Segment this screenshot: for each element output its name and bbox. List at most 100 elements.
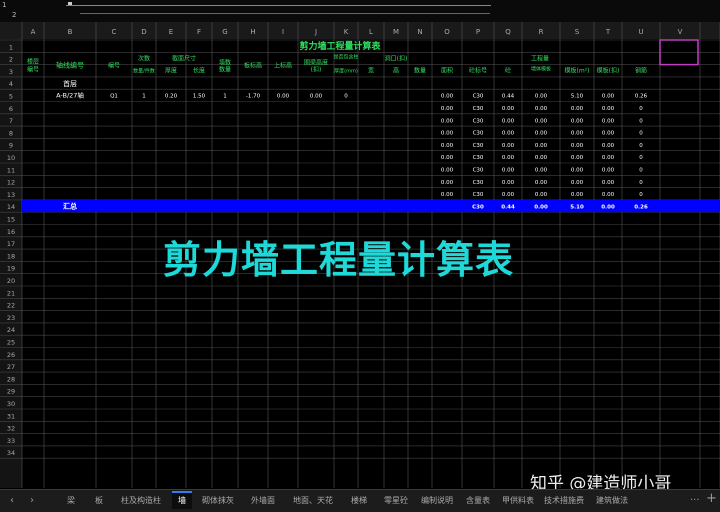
header-thick: 厚度 bbox=[165, 67, 177, 75]
row-number: 27 bbox=[7, 363, 15, 371]
cell-conc: 0.00 bbox=[502, 155, 515, 161]
cell-area: 0.00 bbox=[441, 168, 454, 174]
column-letter-M: M bbox=[393, 28, 399, 36]
outline-level-1[interactable]: 1 bbox=[2, 1, 6, 9]
header-count-sub: 数量/件数 bbox=[133, 68, 155, 75]
row-number: 12 bbox=[7, 179, 15, 187]
sheet-tab[interactable]: 板 bbox=[88, 493, 110, 509]
cell-area: 0.00 bbox=[441, 155, 454, 161]
column-letter-A: A bbox=[31, 28, 36, 36]
header-q-form2: 模板(扣) bbox=[597, 67, 620, 75]
total-grade: C30 bbox=[472, 204, 484, 210]
column-letter-F: F bbox=[197, 28, 201, 36]
cell-conc: 0.00 bbox=[502, 143, 515, 149]
header-code: 编号 bbox=[108, 61, 120, 69]
cell-rebar: 0.26 bbox=[635, 94, 648, 100]
cell-edge: 0.00 bbox=[535, 106, 548, 112]
column-letter-C: C bbox=[112, 28, 117, 36]
cell-form2: 0.00 bbox=[602, 94, 615, 100]
column-letter-N: N bbox=[417, 28, 422, 36]
cell-area: 0.00 bbox=[441, 118, 454, 124]
row-number: 28 bbox=[7, 375, 15, 383]
header-wall-count: 墙数 bbox=[219, 58, 231, 66]
column-letter-B: B bbox=[68, 28, 73, 36]
row-number: 24 bbox=[7, 326, 15, 334]
row-number: 5 bbox=[9, 93, 13, 101]
sheet-tab[interactable]: 墙 bbox=[172, 491, 192, 509]
cell-grade: C30 bbox=[473, 94, 484, 100]
tab-next-icon[interactable]: › bbox=[30, 493, 34, 509]
sheet-tab[interactable]: 技术措施费 bbox=[542, 493, 586, 509]
cell-edge: 0.00 bbox=[535, 131, 548, 137]
column-letter-K: K bbox=[344, 28, 349, 36]
cell-form2: 0.00 bbox=[602, 180, 615, 186]
outline-line bbox=[80, 13, 490, 14]
header-op-n: 数量 bbox=[414, 67, 426, 75]
spreadsheet-window: 1 2 A B C D E F G H I J K L M N O P Q R S T U V 1 2 3 4 5 6 7 8 9 10 11 1… bbox=[0, 0, 720, 512]
cell-grade: C30 bbox=[473, 180, 484, 186]
column-letter-T: T bbox=[605, 28, 611, 36]
sheet-tab[interactable]: 外墙面 bbox=[244, 493, 282, 509]
cell-edge: 0.00 bbox=[535, 168, 548, 174]
sheet-tab[interactable]: 地面、天花 bbox=[288, 493, 338, 509]
header-ring-h-2: (扣) bbox=[311, 65, 322, 73]
floor-label: 首层 bbox=[63, 79, 77, 88]
tab-prev-icon[interactable]: ‹ bbox=[10, 493, 14, 509]
sheet-tab[interactable]: 编制说明 bbox=[418, 493, 456, 509]
row-number: 22 bbox=[7, 302, 15, 310]
column-letter-L: L bbox=[369, 28, 373, 36]
sheet-tab[interactable]: 柱及构造柱 bbox=[116, 493, 166, 509]
cell-height: 1.50 bbox=[193, 94, 206, 100]
column-letter-G: G bbox=[222, 28, 227, 36]
cell-conc: 0.00 bbox=[502, 192, 515, 198]
more-tabs-icon[interactable]: ··· bbox=[690, 493, 700, 509]
cell-edge: 0.00 bbox=[535, 143, 548, 149]
sheet-tab[interactable]: 含量表 bbox=[462, 493, 494, 509]
cell-conc: 0.44 bbox=[502, 94, 515, 100]
cell-form2: 0.00 bbox=[602, 168, 615, 174]
column-letter-P: P bbox=[476, 28, 480, 36]
header-floor-h: 板标高 bbox=[244, 61, 262, 69]
cell-form: 0.00 bbox=[571, 106, 584, 112]
row-number: 11 bbox=[7, 166, 15, 174]
cell-count: 1 bbox=[142, 94, 146, 100]
row-number: 16 bbox=[7, 228, 15, 236]
row-number: 14 bbox=[7, 203, 15, 211]
cell-grade: C30 bbox=[473, 118, 484, 124]
outline-level-2[interactable]: 2 bbox=[12, 11, 16, 19]
column-letter-V: V bbox=[678, 28, 683, 36]
column-letter-U: U bbox=[638, 28, 643, 36]
total-edge: 0.00 bbox=[534, 204, 548, 210]
sheet-tab[interactable]: 楼梯 bbox=[344, 493, 374, 509]
column-header-bar bbox=[0, 22, 720, 39]
cell-form2: 0.00 bbox=[602, 118, 615, 124]
column-letter-J: J bbox=[314, 28, 317, 36]
row-number: 33 bbox=[7, 437, 15, 445]
sheet-tab[interactable]: 砌体抹灰 bbox=[198, 493, 238, 509]
total-conc: 0.44 bbox=[501, 204, 515, 210]
header-count: 次数 bbox=[138, 54, 150, 62]
header-op-area: 面积 bbox=[441, 67, 453, 75]
sheet-tab[interactable]: 梁 bbox=[60, 493, 82, 509]
row-number: 13 bbox=[7, 191, 15, 199]
outline-line bbox=[66, 5, 491, 6]
cell-form2: 0.00 bbox=[602, 143, 615, 149]
cell-form: 5.10 bbox=[571, 94, 584, 100]
cell-edge: 0.00 bbox=[535, 180, 548, 186]
sheet-tab[interactable]: 零星砼 bbox=[380, 493, 412, 509]
cell-edge: 0.00 bbox=[535, 155, 548, 161]
cell-form: 0.00 bbox=[571, 180, 584, 186]
cell-area: 0.00 bbox=[441, 94, 454, 100]
header-q-edge: 墙体模板 bbox=[531, 66, 551, 73]
cell-form: 0.00 bbox=[571, 118, 584, 124]
sheet-tab[interactable]: 甲供料表 bbox=[500, 493, 536, 509]
cell-grade: C30 bbox=[473, 131, 484, 137]
header-q-conc: 砼 bbox=[505, 67, 511, 75]
sheet-tab[interactable]: 建筑做法 bbox=[592, 493, 632, 509]
row-number: 31 bbox=[7, 412, 15, 420]
total-row-band[interactable] bbox=[22, 199, 720, 213]
cell-area: 0.00 bbox=[441, 192, 454, 198]
add-sheet-icon[interactable]: + bbox=[706, 491, 717, 507]
cell-conc: 0.00 bbox=[502, 118, 515, 124]
row-number: 23 bbox=[7, 314, 15, 322]
